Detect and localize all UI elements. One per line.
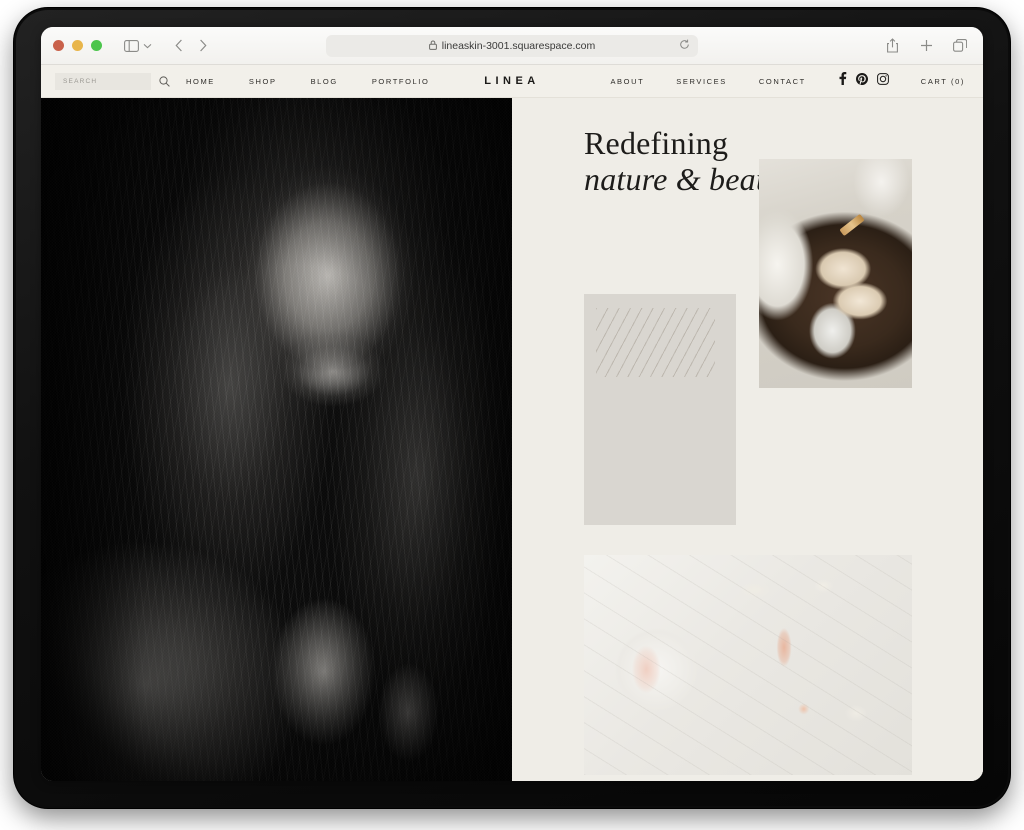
search-icon[interactable]: [159, 76, 170, 87]
site-navigation: SEARCH HOME SHOP BLOG PORTFOLIO LINEA AB…: [41, 65, 983, 98]
close-window-button[interactable]: [53, 40, 64, 51]
site-logo[interactable]: LINEA: [484, 75, 540, 87]
reload-icon[interactable]: [679, 39, 690, 53]
instagram-icon[interactable]: [877, 72, 889, 90]
maximize-window-button[interactable]: [91, 40, 102, 51]
gallery-image-marble[interactable]: [584, 555, 912, 775]
nav-link-contact[interactable]: CONTACT: [759, 77, 806, 86]
chevron-left-icon[interactable]: [168, 36, 190, 56]
gallery-image-tray[interactable]: [759, 159, 912, 388]
search-placeholder: SEARCH: [63, 78, 97, 85]
tabs-icon[interactable]: [949, 36, 971, 56]
page-content: Redefining nature & beauty: [41, 98, 983, 781]
gallery-image-flatlay[interactable]: [584, 294, 736, 525]
lock-icon: [429, 40, 437, 52]
primary-nav-right: ABOUT SERVICES CONTACT: [610, 72, 965, 90]
share-icon[interactable]: [881, 36, 903, 56]
browser-window: lineaskin-3001.squarespace.com: [41, 27, 983, 781]
window-controls: [53, 40, 102, 51]
hero-portrait-image: [41, 98, 512, 781]
nav-link-shop[interactable]: SHOP: [249, 77, 277, 86]
chevron-right-icon[interactable]: [192, 36, 214, 56]
content-column: Redefining nature & beauty: [512, 98, 983, 781]
cart-link[interactable]: CART (0): [921, 77, 965, 86]
search-input[interactable]: SEARCH: [55, 73, 151, 90]
sidebar-icon[interactable]: [120, 36, 142, 56]
address-bar[interactable]: lineaskin-3001.squarespace.com: [326, 35, 698, 57]
nav-link-portfolio[interactable]: PORTFOLIO: [372, 77, 430, 86]
facebook-icon[interactable]: [838, 72, 847, 90]
browser-toolbar-right: [881, 36, 971, 56]
nav-link-about[interactable]: ABOUT: [610, 77, 644, 86]
nav-link-blog[interactable]: BLOG: [311, 77, 338, 86]
nav-right-links: ABOUT SERVICES CONTACT: [610, 77, 805, 86]
browser-title-bar: lineaskin-3001.squarespace.com: [41, 27, 983, 65]
nav-link-home[interactable]: HOME: [186, 77, 215, 86]
nav-link-services[interactable]: SERVICES: [676, 77, 727, 86]
social-links: [838, 72, 889, 90]
primary-nav-left: HOME SHOP BLOG PORTFOLIO: [186, 77, 429, 86]
minimize-window-button[interactable]: [72, 40, 83, 51]
hero-film-grain: [41, 98, 512, 781]
chevron-down-icon[interactable]: [140, 36, 154, 56]
pinterest-icon[interactable]: [856, 72, 868, 90]
address-bar-url: lineaskin-3001.squarespace.com: [442, 40, 596, 52]
plus-icon[interactable]: [915, 36, 937, 56]
headline-line-1: Redefining: [584, 126, 983, 162]
